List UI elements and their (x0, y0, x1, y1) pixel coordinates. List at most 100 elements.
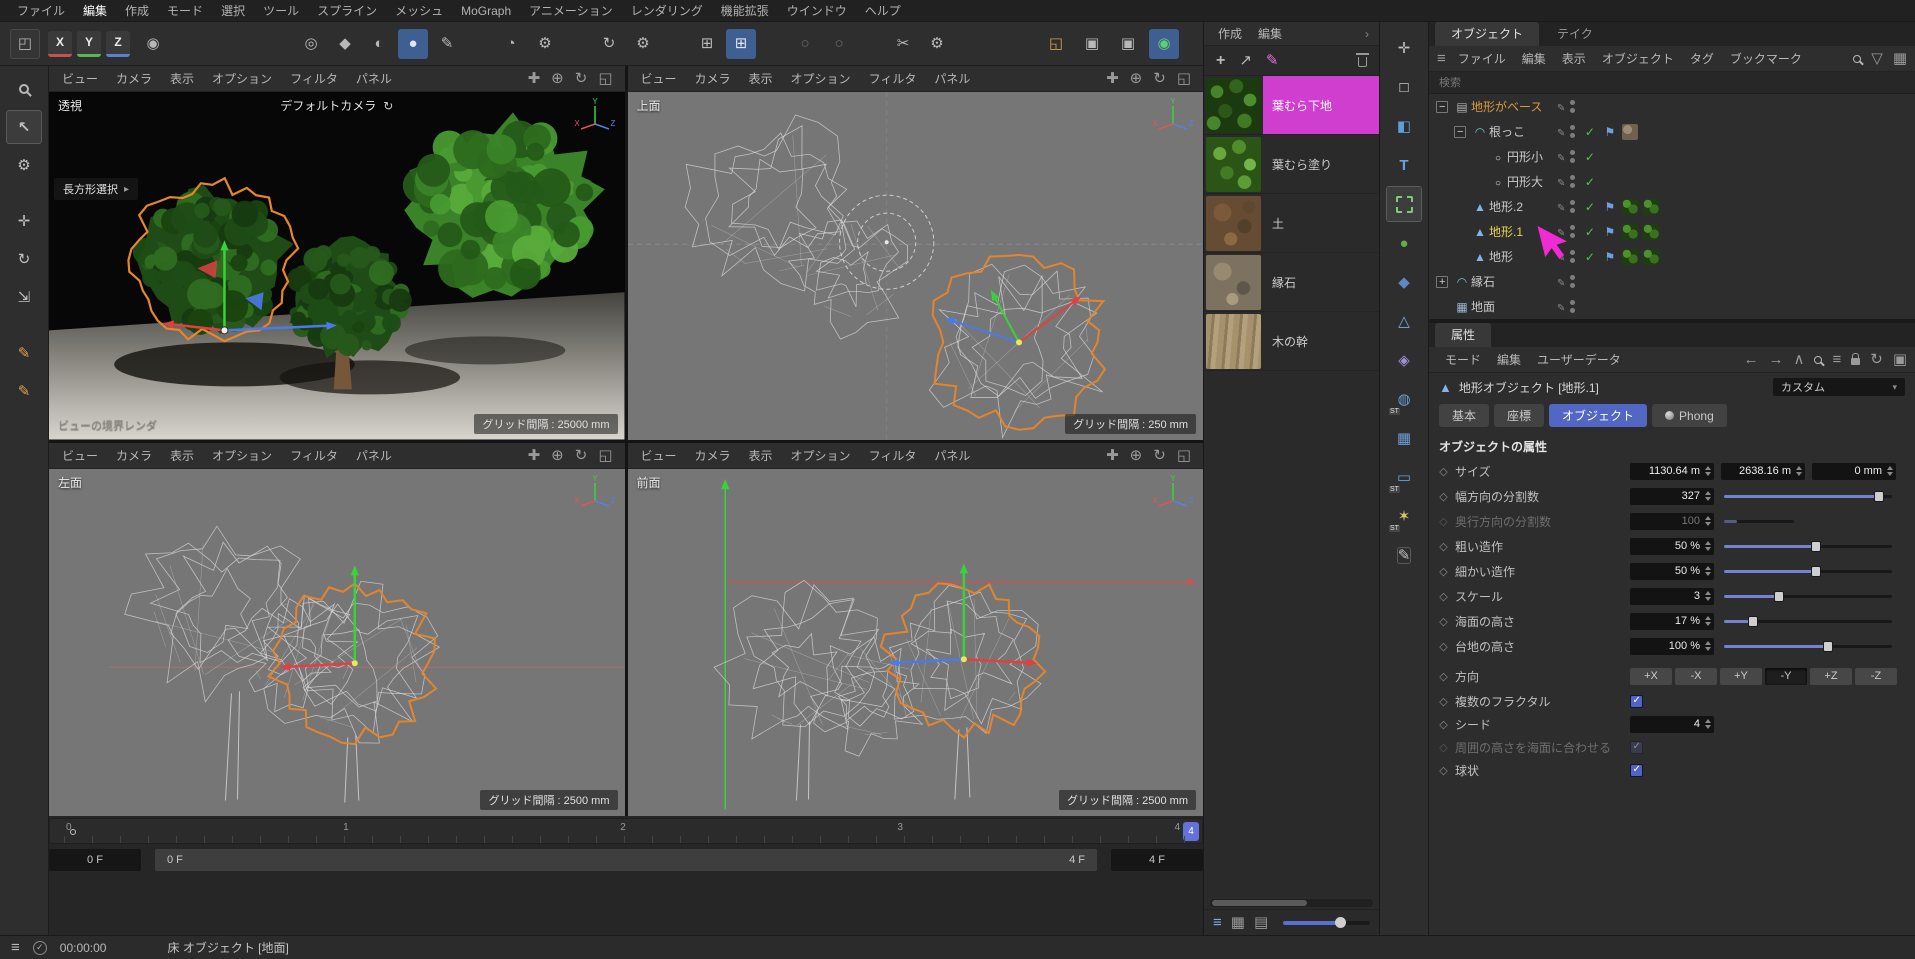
tag-icon[interactable] (1605, 125, 1616, 139)
texture-tag-icon[interactable] (1643, 224, 1659, 240)
tweak-mode-button[interactable] (1386, 537, 1422, 573)
menu-item[interactable]: 選択 (212, 0, 254, 21)
viewport-menu-item[interactable]: オプション (203, 447, 281, 464)
perspective-canvas[interactable] (49, 92, 625, 440)
viewport-menu-item[interactable]: オプション (782, 70, 860, 87)
move-tool-button[interactable] (6, 204, 42, 238)
zoom-icon[interactable] (1130, 448, 1143, 463)
slider-handle[interactable] (1874, 491, 1884, 502)
object-tree-row[interactable]: 円形小 (1429, 144, 1915, 169)
value-field[interactable]: 327 (1630, 488, 1714, 505)
attribute-menu-item[interactable]: 編集 (1489, 351, 1529, 368)
rotate-tool-button[interactable] (6, 242, 42, 276)
forward-icon[interactable] (1768, 352, 1783, 367)
knife-tool-button[interactable] (888, 29, 918, 59)
snap-on-button[interactable] (726, 29, 756, 59)
menu-item[interactable]: MoGraph (452, 2, 520, 20)
viewport-menu-item[interactable]: カメラ (686, 70, 740, 87)
viewport-menu-item[interactable]: パネル (925, 447, 979, 464)
zoom-tool-button[interactable] (6, 72, 42, 106)
menu-item[interactable]: 編集 (74, 0, 116, 21)
render-region-button[interactable] (1041, 29, 1071, 59)
slider-handle[interactable] (1811, 566, 1821, 577)
paint-material-icon[interactable] (1266, 53, 1279, 68)
zoom-icon[interactable] (551, 448, 564, 463)
spinner-icon[interactable] (1705, 591, 1711, 601)
material-thumbnail[interactable] (1206, 314, 1261, 369)
preset-dropdown[interactable]: カスタム (1773, 378, 1905, 396)
model-mode-button[interactable] (1386, 69, 1422, 105)
deformer-mode-button[interactable] (1386, 342, 1422, 378)
light-mode-button[interactable] (1386, 498, 1422, 534)
perspective-view[interactable]: 透視 デフォルトカメラ 長方形選択 ビューの境界レンダ グリッド間隔 : 250… (49, 92, 625, 440)
edit-icon[interactable] (1557, 125, 1565, 139)
menu-item[interactable]: ウインドウ (778, 0, 856, 21)
viewport-menu-item[interactable]: フィルタ (860, 70, 926, 87)
viewport-menu-item[interactable]: ビュー (53, 447, 107, 464)
size-field[interactable]: 0 mm (1812, 463, 1896, 480)
overflow-chevron-icon[interactable]: › (1365, 27, 1373, 41)
viewport-menu-item[interactable]: 表示 (161, 447, 203, 464)
direction-button[interactable]: +Z (1810, 668, 1852, 685)
viewport-menu-item[interactable]: パネル (347, 70, 401, 87)
top-canvas[interactable] (628, 92, 1204, 440)
top-view[interactable]: 上面 グリッド間隔 : 250 mm Y X Z (628, 92, 1204, 440)
menu-item[interactable]: ファイル (8, 0, 74, 21)
viewport-menu-item[interactable]: カメラ (107, 70, 161, 87)
slider-handle[interactable] (1748, 616, 1758, 627)
menu-item[interactable]: レンダリング (622, 0, 712, 21)
menu-item[interactable]: スプライン (308, 0, 386, 21)
visibility-dots[interactable] (1570, 175, 1577, 188)
menu-item[interactable]: モード (158, 0, 212, 21)
material-item[interactable]: 縁石 (1204, 253, 1379, 312)
edit-icon[interactable] (1557, 275, 1565, 289)
visibility-dots[interactable] (1570, 100, 1577, 113)
rotate-tool-button[interactable] (594, 29, 624, 59)
filter-icon[interactable] (1871, 51, 1883, 66)
expander-toggle[interactable] (1436, 101, 1448, 113)
object-menu-item[interactable]: 編集 (1514, 50, 1554, 67)
expander-toggle[interactable] (1454, 126, 1466, 138)
direction-button[interactable]: -Y (1765, 668, 1807, 685)
object-tree-row[interactable]: 地形がベース (1429, 94, 1915, 119)
size-field[interactable]: 2638.16 m (1721, 463, 1805, 480)
load-material-icon[interactable] (1239, 53, 1252, 68)
maximize-icon[interactable] (1177, 448, 1191, 463)
menu-item[interactable]: アニメーション (520, 0, 622, 21)
viewport-menu-item[interactable]: フィルタ (281, 447, 347, 464)
checkbox[interactable] (1630, 695, 1643, 708)
pan-icon[interactable] (1106, 71, 1119, 86)
direction-button[interactable]: +Y (1720, 668, 1762, 685)
object-search-input[interactable] (1439, 77, 1905, 89)
select-settings-button[interactable] (6, 148, 42, 182)
coord-system-button[interactable] (138, 29, 168, 59)
slider[interactable] (1724, 615, 1892, 628)
slider[interactable] (1724, 565, 1892, 578)
material-menu-item[interactable]: 編集 (1250, 25, 1290, 42)
lock-icon[interactable] (1851, 358, 1860, 365)
size-field[interactable]: 1130.64 m (1630, 463, 1714, 480)
object-tree-row[interactable]: 縁石 (1429, 269, 1915, 294)
object-tree-row[interactable]: 円形大 (1429, 169, 1915, 194)
timeline-ruler[interactable]: 01234 4 (49, 818, 1203, 844)
search-icon[interactable] (1814, 356, 1822, 364)
viewport-menu-item[interactable]: オプション (782, 447, 860, 464)
polygon-tool-button[interactable] (330, 29, 360, 59)
spinner-icon[interactable] (1705, 491, 1711, 501)
disc-tool-button[interactable] (364, 29, 394, 59)
panel-tab[interactable]: 属性 (1435, 323, 1491, 347)
transform-mode-button[interactable] (1386, 30, 1422, 66)
axis-lock-button[interactable]: Y (77, 31, 101, 57)
object-tree-row[interactable]: 地形.2 (1429, 194, 1915, 219)
uv-globe-mode-button[interactable] (1386, 381, 1422, 417)
render-view-button[interactable] (1077, 29, 1107, 59)
tag-icon[interactable] (1605, 200, 1616, 214)
visibility-dots[interactable] (1570, 150, 1577, 163)
value-field[interactable]: 100 % (1630, 638, 1714, 655)
texture-mode-button[interactable] (1386, 147, 1422, 183)
refresh-icon[interactable] (1870, 352, 1883, 367)
orbit-icon[interactable] (1153, 71, 1166, 86)
value-field[interactable]: 4 (1630, 716, 1714, 733)
pen-tool-button[interactable] (432, 29, 462, 59)
slider[interactable] (1724, 590, 1892, 603)
